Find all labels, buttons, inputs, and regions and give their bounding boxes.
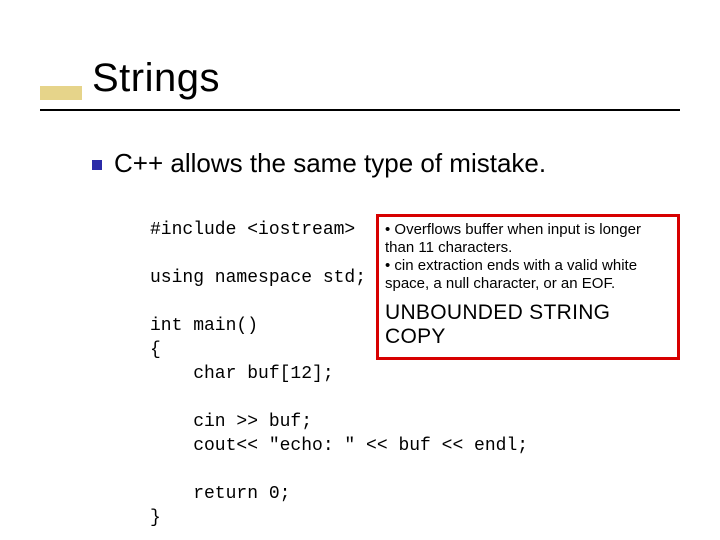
slide: Strings C++ allows the same type of mist…: [0, 0, 720, 540]
title-underline: [40, 109, 680, 111]
slide-title: Strings: [92, 56, 220, 101]
callout-headline: UNBOUNDED STRING COPY: [385, 301, 671, 349]
bullet-icon: [92, 160, 102, 170]
bullet-block: C++ allows the same type of mistake.: [92, 148, 687, 179]
callout-box: • Overflows buffer when input is longer …: [376, 214, 680, 360]
bullet-text: C++ allows the same type of mistake.: [114, 148, 546, 178]
accent-bar: [40, 86, 82, 100]
callout-note-2: • cin extraction ends with a valid white…: [385, 257, 671, 293]
callout-note-1: • Overflows buffer when input is longer …: [385, 221, 671, 257]
